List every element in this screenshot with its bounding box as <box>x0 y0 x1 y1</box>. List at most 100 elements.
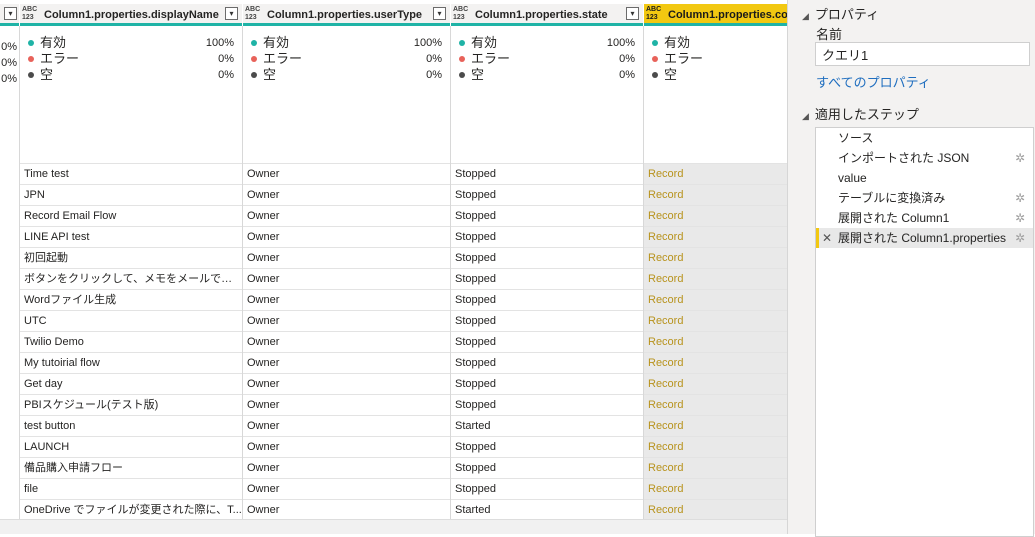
filter-dropdown-icon[interactable]: ▾ <box>433 7 446 20</box>
profile-empty-row: 空 0% <box>459 67 635 83</box>
step-expanded-column1[interactable]: 展開された Column1 ✲ <box>816 208 1033 228</box>
gear-icon[interactable]: ✲ <box>1015 148 1025 168</box>
table-cell[interactable]: My tutoirial flow <box>20 352 242 373</box>
type-abc123-icon: ABC 123 <box>453 6 469 21</box>
column-header-state[interactable]: ABC 123 Column1.properties.state ▾ <box>451 4 643 26</box>
table-cell[interactable]: Stopped <box>451 373 643 394</box>
table-cell[interactable]: Stopped <box>451 226 643 247</box>
column-header-usertype[interactable]: ABC 123 Column1.properties.userType ▾ <box>243 4 450 26</box>
table-cell[interactable]: Record <box>644 163 787 184</box>
table-cell[interactable]: Record <box>644 205 787 226</box>
table-cell[interactable]: Started <box>451 415 643 436</box>
table-cell[interactable]: Stopped <box>451 247 643 268</box>
column-cells: Record Record Record Record Record Record Reco… <box>644 163 787 520</box>
table-cell[interactable]: Owner <box>243 436 450 457</box>
table-cell[interactable]: Stopped <box>451 457 643 478</box>
table-cell[interactable]: UTC <box>20 310 242 331</box>
table-cell[interactable]: Record <box>644 373 787 394</box>
applied-steps-section-header[interactable]: ◢ 適用したステップ <box>802 104 919 123</box>
table-cell[interactable]: test button <box>20 415 242 436</box>
table-cell[interactable]: Owner <box>243 331 450 352</box>
gear-icon[interactable]: ✲ <box>1015 208 1025 228</box>
profile-empty-label: 空 <box>664 67 678 82</box>
table-cell[interactable]: JPN <box>20 184 242 205</box>
properties-section-header[interactable]: ◢ プロパティ <box>802 4 879 23</box>
filter-dropdown-icon[interactable]: ▾ <box>4 7 17 20</box>
table-cell[interactable]: Stopped <box>451 436 643 457</box>
delete-step-icon[interactable]: ✕ <box>822 228 832 248</box>
table-cell[interactable]: Record <box>644 457 787 478</box>
table-cell[interactable]: Record <box>644 268 787 289</box>
collapse-triangle-icon[interactable]: ◢ <box>802 11 809 21</box>
table-cell[interactable]: Record <box>644 436 787 457</box>
table-cell[interactable]: Owner <box>243 163 450 184</box>
step-expanded-column1-properties[interactable]: ✕ 展開された Column1.properties ✲ <box>816 228 1033 248</box>
gear-icon[interactable]: ✲ <box>1015 188 1025 208</box>
table-cell[interactable]: Record <box>644 415 787 436</box>
table-cell[interactable]: Owner <box>243 226 450 247</box>
table-cell[interactable]: Stopped <box>451 478 643 499</box>
column-header-displayname[interactable]: ABC 123 Column1.properties.displayName ▾ <box>20 4 242 26</box>
table-cell[interactable]: Stopped <box>451 352 643 373</box>
table-cell[interactable]: Owner <box>243 247 450 268</box>
table-cell[interactable]: Record <box>644 184 787 205</box>
table-cell[interactable]: Stopped <box>451 394 643 415</box>
table-cell[interactable]: Started <box>451 499 643 520</box>
table-cell[interactable]: 初回起動 <box>20 247 242 268</box>
table-cell[interactable]: Time test <box>20 163 242 184</box>
table-cell[interactable]: Owner <box>243 415 450 436</box>
table-cell[interactable]: Owner <box>243 478 450 499</box>
table-cell[interactable]: Get day <box>20 373 242 394</box>
table-cell[interactable]: Record <box>644 310 787 331</box>
table-cell[interactable]: Stopped <box>451 289 643 310</box>
table-cell[interactable]: Owner <box>243 352 450 373</box>
filter-dropdown-icon[interactable]: ▾ <box>626 7 639 20</box>
table-cell[interactable]: Owner <box>243 268 450 289</box>
table-cell[interactable]: LAUNCH <box>20 436 242 457</box>
table-cell[interactable]: Owner <box>243 289 450 310</box>
table-cell[interactable]: Record <box>644 226 787 247</box>
table-cell[interactable]: ボタンをクリックして、メモをメールで送信... <box>20 268 242 289</box>
table-cell[interactable]: Stopped <box>451 163 643 184</box>
table-cell[interactable]: LINE API test <box>20 226 242 247</box>
table-cell[interactable]: Stopped <box>451 268 643 289</box>
table-cell[interactable]: Record <box>644 499 787 520</box>
collapse-triangle-icon[interactable]: ◢ <box>802 111 809 121</box>
table-cell[interactable]: OneDrive でファイルが変更された際に、T... <box>20 499 242 520</box>
table-cell[interactable]: Stopped <box>451 184 643 205</box>
table-cell[interactable]: Owner <box>243 457 450 478</box>
table-cell[interactable]: Record <box>644 352 787 373</box>
table-cell[interactable]: Stopped <box>451 205 643 226</box>
table-cell[interactable]: Owner <box>243 394 450 415</box>
table-cell[interactable]: 備品購入申請フロー <box>20 457 242 478</box>
step-imported-json[interactable]: インポートされた JSON ✲ <box>816 148 1033 168</box>
table-cell[interactable]: Owner <box>243 184 450 205</box>
partial-column-header[interactable]: ▾ <box>0 4 19 26</box>
table-cell[interactable]: Owner <box>243 205 450 226</box>
table-cell[interactable]: Owner <box>243 373 450 394</box>
table-cell[interactable]: Stopped <box>451 331 643 352</box>
query-name-input[interactable] <box>815 42 1030 66</box>
table-cell[interactable]: Wordファイル生成 <box>20 289 242 310</box>
step-value[interactable]: value <box>816 168 1033 188</box>
table-cell[interactable]: Record <box>644 289 787 310</box>
table-cell[interactable]: Record <box>644 247 787 268</box>
table-cell[interactable]: file <box>20 478 242 499</box>
table-cell[interactable]: Owner <box>243 499 450 520</box>
gear-icon[interactable]: ✲ <box>1015 228 1025 248</box>
table-cell[interactable]: Stopped <box>451 310 643 331</box>
table-cell[interactable]: Record <box>644 331 787 352</box>
step-converted-to-table[interactable]: テーブルに変換済み ✲ <box>816 188 1033 208</box>
table-cell[interactable]: Owner <box>243 310 450 331</box>
column-header-selected[interactable]: ABC 123 Column1.properties.con <box>644 4 787 26</box>
horizontal-scrollbar[interactable] <box>0 519 787 534</box>
profile-valid-dot-icon <box>251 39 257 46</box>
step-source[interactable]: ソース <box>816 128 1033 148</box>
table-cell[interactable]: PBIスケジュール(テスト版) <box>20 394 242 415</box>
table-cell[interactable]: Record <box>644 478 787 499</box>
table-cell[interactable]: Twilio Demo <box>20 331 242 352</box>
table-cell[interactable]: Record Email Flow <box>20 205 242 226</box>
table-cell[interactable]: Record <box>644 394 787 415</box>
filter-dropdown-icon[interactable]: ▾ <box>225 7 238 20</box>
all-properties-link[interactable]: すべてのプロパティ <box>816 72 931 91</box>
